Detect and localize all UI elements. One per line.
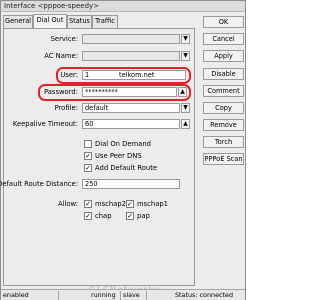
allow-pap-label: pap: [137, 212, 150, 220]
user-label: User:: [60, 71, 78, 79]
check-icon: ✓: [85, 212, 91, 220]
check-icon: ✓: [127, 212, 133, 220]
dial-on-demand-label: Dial On Demand: [95, 140, 151, 148]
chevron-down-icon: ▼: [183, 52, 188, 59]
default-route-distance-field[interactable]: 250: [82, 179, 180, 189]
add-default-route-checkbox[interactable]: ✓: [84, 164, 92, 172]
torch-button[interactable]: Torch: [203, 136, 244, 148]
dial-on-demand-checkbox[interactable]: [84, 140, 92, 148]
pppoe-scan-button[interactable]: PPPoE Scan: [203, 153, 244, 165]
allow-pap-checkbox[interactable]: ✓: [126, 212, 134, 220]
allow-mschap1-checkbox[interactable]: ✓: [126, 200, 134, 208]
title-bar[interactable]: Interface <pppoe-speedy>: [1, 1, 245, 12]
dial-out-panel: Service: ▼ AC Name: ▼ User: 1 telkom.net…: [0, 28, 195, 286]
service-label: Service:: [50, 35, 78, 43]
allow-mschap1-label: mschap1: [137, 200, 169, 208]
check-icon: ✓: [85, 152, 91, 160]
status-bar: enabled running slave Status: connected: [1, 289, 245, 300]
profile-label: Profile:: [54, 104, 78, 112]
status-connection: Status: connected: [175, 291, 234, 299]
check-icon: ✓: [85, 164, 91, 172]
use-peer-dns-label: Use Peer DNS: [95, 152, 142, 160]
default-route-distance-label: Default Route Distance:: [0, 180, 78, 188]
user-value-suffix: telkom.net: [119, 71, 155, 79]
password-toggle[interactable]: ▲: [178, 87, 187, 97]
check-icon: ✓: [85, 200, 91, 208]
apply-button[interactable]: Apply: [203, 50, 244, 62]
status-running: running: [89, 291, 121, 300]
keepalive-field[interactable]: 60: [82, 119, 180, 129]
remove-button[interactable]: Remove: [203, 119, 244, 131]
allow-chap-checkbox[interactable]: ✓: [84, 212, 92, 220]
user-value: 1: [85, 71, 90, 79]
keepalive-toggle[interactable]: ▲: [181, 119, 190, 129]
add-default-route-label: Add Default Route: [95, 164, 158, 172]
use-peer-dns-checkbox[interactable]: ✓: [84, 152, 92, 160]
cancel-button[interactable]: Cancel: [203, 33, 244, 45]
tab-dial-out[interactable]: Dial Out: [33, 14, 67, 28]
status-enabled: enabled: [1, 291, 59, 300]
allow-mschap2-checkbox[interactable]: ✓: [84, 200, 92, 208]
status-slave: slave: [121, 291, 147, 300]
chevron-down-icon: ▼: [183, 104, 188, 111]
window-title: Interface <pppoe-speedy>: [4, 2, 100, 10]
password-label: Password:: [43, 88, 78, 96]
service-field[interactable]: [82, 34, 180, 44]
ac-name-field[interactable]: [82, 51, 180, 61]
tab-traffic[interactable]: Traffic: [92, 15, 118, 28]
chevron-up-icon: ▲: [183, 120, 188, 127]
allow-label: Allow:: [57, 200, 78, 208]
check-icon: ✓: [127, 200, 133, 208]
comment-button[interactable]: Comment: [203, 85, 244, 97]
tab-general[interactable]: General: [3, 15, 33, 28]
chevron-up-icon: ▲: [180, 88, 185, 95]
allow-chap-label: chap: [95, 212, 112, 220]
password-field[interactable]: **********: [82, 87, 177, 97]
user-field[interactable]: 1 telkom.net: [82, 70, 186, 80]
service-dropdown[interactable]: ▼: [181, 34, 190, 44]
chevron-down-icon: ▼: [183, 35, 188, 42]
profile-dropdown[interactable]: ▼: [181, 103, 190, 113]
allow-mschap2-label: mschap2: [95, 200, 127, 208]
interface-window: Interface <pppoe-speedy> General Dial Ou…: [0, 0, 246, 300]
profile-select[interactable]: default: [82, 103, 180, 113]
tab-status[interactable]: Status: [67, 15, 92, 28]
ac-name-label: AC Name:: [44, 52, 78, 60]
ok-button[interactable]: OK: [203, 16, 244, 28]
disable-button[interactable]: Disable: [203, 68, 244, 80]
ac-name-dropdown[interactable]: ▼: [181, 51, 190, 61]
copy-button[interactable]: Copy: [203, 102, 244, 114]
keepalive-label: Keepalive Timeout:: [12, 120, 78, 128]
